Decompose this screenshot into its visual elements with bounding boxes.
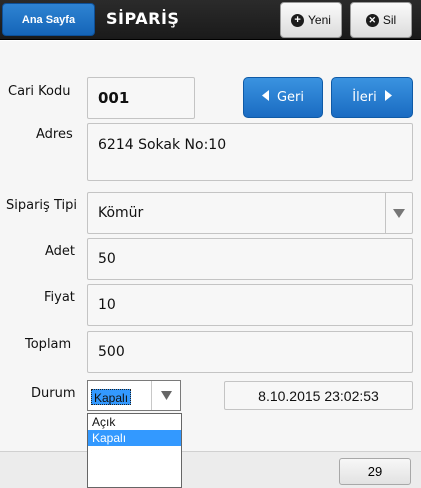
- durum-select[interactable]: Kapalı: [87, 380, 181, 411]
- cari-kodu-label: Cari Kodu: [8, 84, 71, 99]
- prev-button[interactable]: Geri: [243, 77, 323, 118]
- record-count-button[interactable]: 29: [339, 458, 411, 485]
- next-button[interactable]: İleri: [331, 77, 413, 118]
- plus-icon: +: [291, 13, 305, 27]
- footer-bar: 29: [0, 451, 421, 488]
- delete-button[interactable]: ✕ Sil: [350, 2, 412, 38]
- chevron-right-icon: [384, 90, 392, 105]
- durum-option-closed[interactable]: Kapalı: [88, 430, 181, 446]
- adres-field[interactable]: 6214 Sokak No:10: [87, 123, 413, 181]
- home-button-label: Ana Sayfa: [21, 13, 76, 26]
- close-icon: ✕: [365, 13, 379, 27]
- toplam-label: Toplam: [25, 337, 72, 352]
- header-bar: Ana Sayfa SİPARİŞ + Yeni ✕ Sil: [0, 0, 421, 40]
- home-button[interactable]: Ana Sayfa: [2, 3, 95, 36]
- fiyat-field[interactable]: 10: [87, 284, 413, 326]
- page-title: SİPARİŞ: [106, 9, 180, 28]
- chevron-down-icon[interactable]: [385, 193, 412, 233]
- durum-dropdown-list: Açık Kapalı: [87, 413, 182, 488]
- siparis-tipi-value: Kömür: [98, 205, 144, 221]
- delete-button-label: Sil: [382, 13, 397, 27]
- new-button[interactable]: + Yeni: [280, 2, 342, 38]
- durum-label: Durum: [31, 386, 76, 401]
- adet-field[interactable]: 50: [87, 238, 413, 280]
- prev-button-label: Geri: [276, 90, 305, 105]
- adres-label: Adres: [36, 127, 73, 142]
- durum-value: Kapalı: [91, 389, 132, 405]
- siparis-tipi-label: Sipariş Tipi: [6, 198, 77, 213]
- toplam-field[interactable]: 500: [87, 331, 413, 373]
- fiyat-label: Fiyat: [44, 290, 75, 305]
- new-button-label: Yeni: [308, 13, 331, 27]
- durum-option-open[interactable]: Açık: [88, 414, 181, 430]
- chevron-left-icon: [261, 90, 269, 105]
- chevron-down-icon[interactable]: [151, 381, 180, 410]
- cari-kodu-field[interactable]: 001: [87, 77, 195, 119]
- siparis-tipi-select[interactable]: Kömür: [87, 192, 413, 234]
- adet-label: Adet: [45, 244, 76, 259]
- next-button-label: İleri: [352, 90, 377, 105]
- timestamp-display: 8.10.2015 23:02:53: [224, 381, 413, 410]
